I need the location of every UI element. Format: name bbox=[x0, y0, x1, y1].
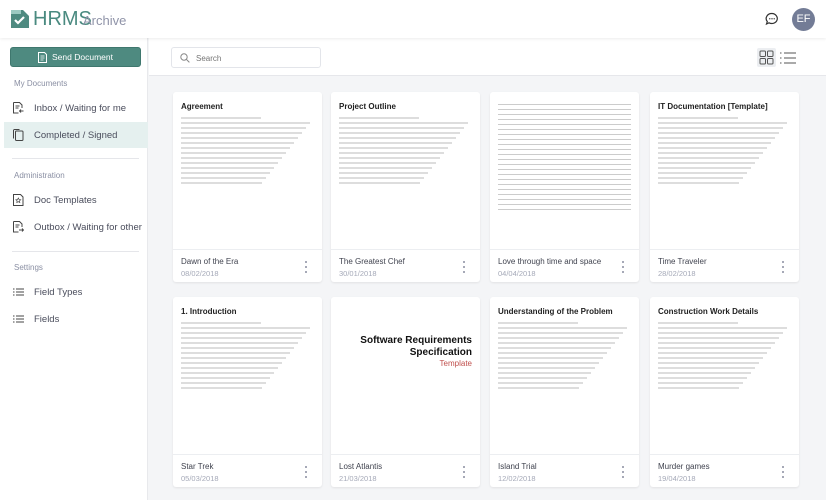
search-box[interactable] bbox=[171, 47, 321, 68]
more-options-icon[interactable] bbox=[781, 466, 785, 478]
sidebar-item-completed[interactable]: Completed / Signed bbox=[4, 122, 148, 148]
document-title: Love through time and space bbox=[498, 257, 602, 266]
document-title: Time Traveler bbox=[658, 257, 707, 266]
document-date: 30/01/2018 bbox=[339, 269, 377, 278]
section-settings: Settings bbox=[14, 263, 43, 272]
thumbnail-heading: IT Documentation [Template] bbox=[658, 102, 768, 111]
list-icon bbox=[13, 315, 24, 323]
document-date: 12/02/2018 bbox=[498, 474, 536, 483]
document-thumbnail[interactable]: Construction Work Details bbox=[650, 297, 799, 455]
document-date: 05/03/2018 bbox=[181, 474, 219, 483]
more-options-icon[interactable] bbox=[781, 261, 785, 273]
thumbnail-heading: Understanding of the Problem bbox=[498, 307, 613, 316]
card-footer: Love through time and space 04/04/2018 bbox=[490, 250, 639, 282]
more-options-icon[interactable] bbox=[462, 261, 466, 273]
sidebar-item-doc-templates[interactable]: Doc Templates bbox=[4, 187, 148, 213]
sidebar-item-label: Outbox / Waiting for other bbox=[34, 221, 142, 233]
sidebar-item-label: Fields bbox=[34, 313, 60, 325]
card-footer: Lost Atlantis 21/03/2018 bbox=[331, 455, 480, 487]
thumbnail-heading: Construction Work Details bbox=[658, 307, 759, 316]
document-card[interactable]: Software Requirements Specification Templ… bbox=[331, 297, 480, 487]
chat-icon[interactable] bbox=[765, 12, 779, 26]
sidebar-item-outbox[interactable]: Outbox / Waiting for other bbox=[4, 214, 148, 240]
document-card[interactable]: Understanding of the Problem Island Tria… bbox=[490, 297, 639, 487]
document-date: 19/04/2018 bbox=[658, 474, 696, 483]
sidebar-item-label: Completed / Signed bbox=[34, 129, 118, 141]
sidebar-item-label: Inbox / Waiting for me bbox=[34, 102, 127, 114]
section-administration: Administration bbox=[14, 171, 65, 180]
divider bbox=[12, 251, 139, 252]
sidebar-item-inbox[interactable]: Inbox / Waiting for me bbox=[4, 95, 148, 121]
sidebar-item-label: Field Types bbox=[34, 286, 83, 298]
document-thumbnail[interactable] bbox=[490, 92, 639, 250]
document-card[interactable]: Project Outline The Greatest Chef 30/01/… bbox=[331, 92, 480, 282]
send-document-label: Send Document bbox=[52, 52, 113, 62]
search-icon bbox=[180, 53, 190, 63]
document-thumbnail[interactable]: Agreement bbox=[173, 92, 322, 250]
document-title: Lost Atlantis bbox=[339, 462, 383, 471]
document-card[interactable]: Love through time and space 04/04/2018 bbox=[490, 92, 639, 282]
more-options-icon[interactable] bbox=[304, 466, 308, 478]
document-card[interactable]: IT Documentation [Template] Time Travele… bbox=[650, 92, 799, 282]
document-thumbnail[interactable]: Project Outline bbox=[331, 92, 480, 250]
document-thumbnail[interactable]: IT Documentation [Template] bbox=[650, 92, 799, 250]
more-options-icon[interactable] bbox=[304, 261, 308, 273]
card-footer: Time Traveler 28/02/2018 bbox=[650, 250, 799, 282]
app-header: HRMS Archive EF bbox=[0, 0, 826, 38]
sidebar-item-fields[interactable]: Fields bbox=[4, 306, 148, 332]
document-date: 04/04/2018 bbox=[498, 269, 536, 278]
thumbnail-heading: Software Requirements Specification bbox=[360, 335, 472, 358]
card-footer: Star Trek 05/03/2018 bbox=[173, 455, 322, 487]
document-thumbnail[interactable]: Understanding of the Problem bbox=[490, 297, 639, 455]
document-card[interactable]: 1. Introduction Star Trek 05/03/2018 bbox=[173, 297, 322, 487]
document-card[interactable]: Construction Work Details Murder games 1… bbox=[650, 297, 799, 487]
user-avatar[interactable]: EF bbox=[792, 8, 815, 31]
thumbnail-heading: Project Outline bbox=[339, 102, 396, 111]
thumbnail-heading: Agreement bbox=[181, 102, 223, 111]
document-card[interactable]: Agreement Dawn of the Era 08/02/2018 bbox=[173, 92, 322, 282]
document-thumbnail[interactable]: Software Requirements Specification Templ… bbox=[331, 297, 480, 455]
document-date: 08/02/2018 bbox=[181, 269, 219, 278]
template-doc-icon bbox=[13, 194, 24, 206]
thumbnail-heading: 1. Introduction bbox=[181, 307, 237, 316]
sidebar: Send Document My Documents Inbox / Waiti… bbox=[0, 38, 148, 500]
grid-view-icon[interactable] bbox=[757, 48, 776, 67]
card-footer: Dawn of the Era 08/02/2018 bbox=[173, 250, 322, 282]
document-title: Dawn of the Era bbox=[181, 257, 239, 266]
inbox-doc-icon bbox=[13, 102, 24, 114]
document-title: Star Trek bbox=[181, 462, 214, 471]
copy-doc-icon bbox=[13, 129, 24, 141]
card-footer: The Greatest Chef 30/01/2018 bbox=[331, 250, 480, 282]
divider bbox=[12, 158, 139, 159]
document-title: The Greatest Chef bbox=[339, 257, 405, 266]
list-icon bbox=[13, 288, 24, 296]
card-footer: Island Trial 12/02/2018 bbox=[490, 455, 639, 487]
document-date: 21/03/2018 bbox=[339, 474, 377, 483]
sidebar-item-label: Doc Templates bbox=[34, 194, 97, 206]
list-view-icon[interactable] bbox=[780, 50, 796, 66]
more-options-icon[interactable] bbox=[621, 466, 625, 478]
send-document-button[interactable]: Send Document bbox=[10, 47, 141, 67]
more-options-icon[interactable] bbox=[621, 261, 625, 273]
logo-icon bbox=[11, 10, 29, 28]
outbox-doc-icon bbox=[13, 221, 24, 233]
document-thumbnail[interactable]: 1. Introduction bbox=[173, 297, 322, 455]
search-input[interactable] bbox=[196, 51, 306, 65]
document-title: Murder games bbox=[658, 462, 710, 471]
section-my-documents: My Documents bbox=[14, 79, 68, 88]
document-icon bbox=[38, 51, 48, 63]
card-footer: Murder games 19/04/2018 bbox=[650, 455, 799, 487]
brand-subtitle: Archive bbox=[83, 13, 127, 28]
document-date: 28/02/2018 bbox=[658, 269, 696, 278]
thumbnail-subheading: Template bbox=[439, 359, 472, 368]
document-title: Island Trial bbox=[498, 462, 537, 471]
more-options-icon[interactable] bbox=[462, 466, 466, 478]
sidebar-item-field-types[interactable]: Field Types bbox=[4, 279, 148, 305]
